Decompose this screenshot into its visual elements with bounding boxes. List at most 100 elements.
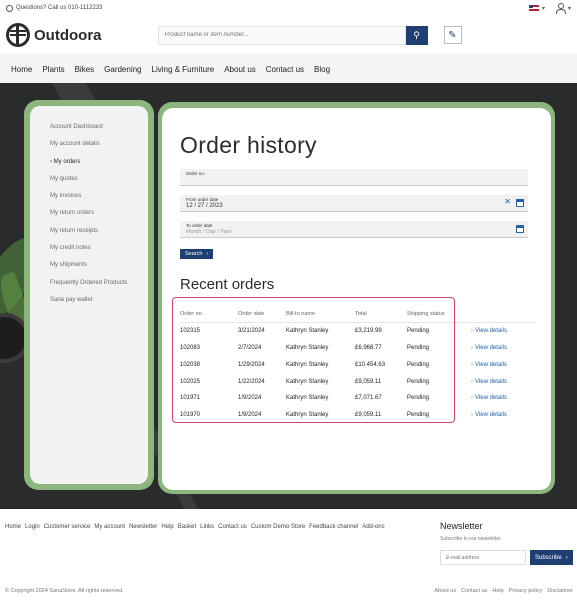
bill-to-name: Kathryn Stanley bbox=[286, 344, 329, 351]
footer: Home Login Customer service My account N… bbox=[0, 509, 577, 600]
calendar-icon[interactable] bbox=[516, 225, 524, 233]
chevron-right-icon: › bbox=[471, 395, 473, 402]
footer-link-basket[interactable]: Basket bbox=[178, 524, 196, 530]
chevron-right-icon: › bbox=[565, 554, 568, 561]
search-button[interactable]: ⚲ bbox=[405, 25, 428, 45]
bill-to-name: Kathryn Stanley bbox=[286, 395, 329, 402]
col-bill-to: Bill-to name bbox=[286, 310, 316, 317]
bottom-links: About us Contact us Help Privacy policy … bbox=[434, 588, 573, 594]
order-no: 101970 bbox=[180, 412, 201, 419]
view-details-label: View details bbox=[475, 361, 507, 368]
footer-link-contact-us[interactable]: Contact us bbox=[218, 524, 247, 530]
order-date: 2/7/2024 bbox=[238, 344, 262, 351]
order-no: 102038 bbox=[180, 361, 201, 368]
bottom-link-about-us[interactable]: About us bbox=[434, 588, 456, 594]
chevron-right-icon: › bbox=[471, 412, 473, 419]
sidebar-item-quotes[interactable]: My quotes bbox=[50, 176, 148, 182]
order-date: 1/9/2024 bbox=[238, 412, 262, 419]
magic-wand-icon: ✎ bbox=[448, 29, 457, 41]
nav-blog[interactable]: Blog bbox=[314, 65, 330, 74]
search-input[interactable] bbox=[157, 25, 406, 45]
order-no: 101971 bbox=[180, 395, 201, 402]
calendar-icon[interactable] bbox=[516, 199, 524, 207]
account-menu[interactable]: ▾ bbox=[555, 3, 571, 14]
footer-link-feedback-channel[interactable]: Feedback channel bbox=[309, 524, 358, 530]
footer-link-custom-demo-store[interactable]: Custom Demo Store bbox=[251, 524, 305, 530]
col-order-no: Order no. bbox=[180, 310, 204, 317]
magic-wand-button[interactable]: ✎ bbox=[443, 26, 462, 44]
main-nav: Home Plants Bikes Gardening Living & Fur… bbox=[0, 54, 577, 84]
bottom-link-disclaimer[interactable]: Disclaimer bbox=[547, 588, 573, 594]
sidebar-item-orders[interactable]: › My orders bbox=[50, 159, 148, 165]
logo-text: Outdoora bbox=[34, 26, 102, 44]
view-details-label: View details bbox=[475, 344, 507, 351]
view-details-label: View details bbox=[475, 395, 507, 402]
sidebar-item-return-orders[interactable]: My return orders bbox=[50, 210, 148, 216]
main-panel: Order history Order no. From order date … bbox=[162, 108, 551, 490]
shipping-status: Pending bbox=[407, 344, 430, 351]
footer-link-home[interactable]: Home bbox=[5, 524, 21, 530]
search-orders-button[interactable]: Search › bbox=[180, 249, 214, 259]
footer-link-add-ons[interactable]: Add-ons bbox=[362, 524, 384, 530]
view-details-link[interactable]: › View details bbox=[471, 379, 531, 385]
sidebar-item-invoices[interactable]: My invoices bbox=[50, 193, 148, 199]
table-row: 102315 3/21/2024 Kathryn Stanley £3,219.… bbox=[180, 323, 536, 340]
footer-link-customer-service[interactable]: Customer service bbox=[44, 524, 91, 530]
view-details-link[interactable]: › View details bbox=[471, 345, 531, 351]
newsletter-text: Subscribe to our newsletter. bbox=[440, 536, 502, 542]
from-date-field[interactable]: From order date 12 / 27 / 2023 ✕ bbox=[180, 195, 528, 212]
bottom-link-privacy-policy[interactable]: Privacy policy bbox=[509, 588, 543, 594]
recent-orders-title: Recent orders bbox=[180, 276, 275, 293]
to-date-placeholder: Month / Day / Year bbox=[186, 229, 232, 235]
nav-about-us[interactable]: About us bbox=[224, 65, 256, 74]
nav-contact-us[interactable]: Contact us bbox=[266, 65, 304, 74]
sidebar-item-return-receipts[interactable]: My return receipts bbox=[50, 228, 148, 234]
bottom-link-help[interactable]: Help bbox=[492, 588, 503, 594]
footer-link-help[interactable]: Help bbox=[161, 524, 173, 530]
to-date-field[interactable]: To order date Month / Day / Year bbox=[180, 221, 528, 238]
email-field[interactable] bbox=[440, 550, 526, 565]
subscribe-button[interactable]: Subscribe › bbox=[530, 550, 573, 565]
order-no: 102315 bbox=[180, 328, 201, 335]
sidebar-item-dashboard[interactable]: Account Dashboard bbox=[50, 124, 148, 130]
nav-plants[interactable]: Plants bbox=[42, 65, 64, 74]
sidebar-item-wallet[interactable]: Sana pay wallet bbox=[50, 297, 148, 303]
order-total: £9,059.11 bbox=[355, 412, 382, 419]
shipping-status: Pending bbox=[407, 328, 430, 335]
nav-home[interactable]: Home bbox=[11, 65, 32, 74]
footer-links: Home Login Customer service My account N… bbox=[5, 524, 385, 530]
table-row: 102083 2/7/2024 Kathryn Stanley £6,968.7… bbox=[180, 340, 536, 357]
col-shipping-status: Shipping status bbox=[407, 310, 445, 317]
view-details-link[interactable]: › View details bbox=[471, 328, 531, 334]
language-selector[interactable]: ▾ bbox=[528, 5, 545, 12]
footer-link-login[interactable]: Login bbox=[25, 524, 40, 530]
shipping-status: Pending bbox=[407, 361, 430, 368]
table-row: 102038 1/29/2024 Kathryn Stanley £10,454… bbox=[180, 356, 536, 373]
footer-link-newsletter[interactable]: Newsletter bbox=[129, 524, 157, 530]
orders-table: Order no. Order date Bill-to name Total … bbox=[180, 306, 536, 424]
sidebar-item-credit-notes[interactable]: My credit notes bbox=[50, 245, 148, 251]
nav-living-furniture[interactable]: Living & Furniture bbox=[152, 65, 215, 74]
view-details-link[interactable]: › View details bbox=[471, 412, 531, 418]
view-details-link[interactable]: › View details bbox=[471, 362, 531, 368]
footer-link-my-account[interactable]: My account bbox=[94, 524, 125, 530]
sidebar-item-frequent-products[interactable]: Frequently Ordered Products bbox=[50, 280, 148, 286]
bottom-link-contact-us[interactable]: Contact us bbox=[461, 588, 487, 594]
from-date-label: From order date bbox=[186, 197, 219, 202]
nav-bikes[interactable]: Bikes bbox=[75, 65, 95, 74]
to-date-label: To order date bbox=[186, 223, 213, 228]
search-button-label: Search bbox=[185, 251, 203, 257]
footer-link-links[interactable]: Links bbox=[200, 524, 214, 530]
nav-gardening[interactable]: Gardening bbox=[104, 65, 141, 74]
search-icon: ⚲ bbox=[413, 29, 420, 40]
sidebar-item-shipments[interactable]: My shipments bbox=[50, 262, 148, 268]
logo[interactable]: Outdoora bbox=[6, 23, 102, 47]
clear-icon[interactable]: ✕ bbox=[504, 198, 511, 206]
order-no-field[interactable]: Order no. bbox=[180, 169, 528, 186]
order-total: £10,454.63 bbox=[355, 361, 386, 368]
view-details-link[interactable]: › View details bbox=[471, 395, 531, 401]
logo-mark-icon bbox=[6, 23, 30, 47]
sidebar-item-account-details[interactable]: My account details bbox=[50, 141, 148, 147]
chevron-down-icon: ▾ bbox=[567, 5, 571, 12]
order-total: £6,968.77 bbox=[355, 344, 382, 351]
